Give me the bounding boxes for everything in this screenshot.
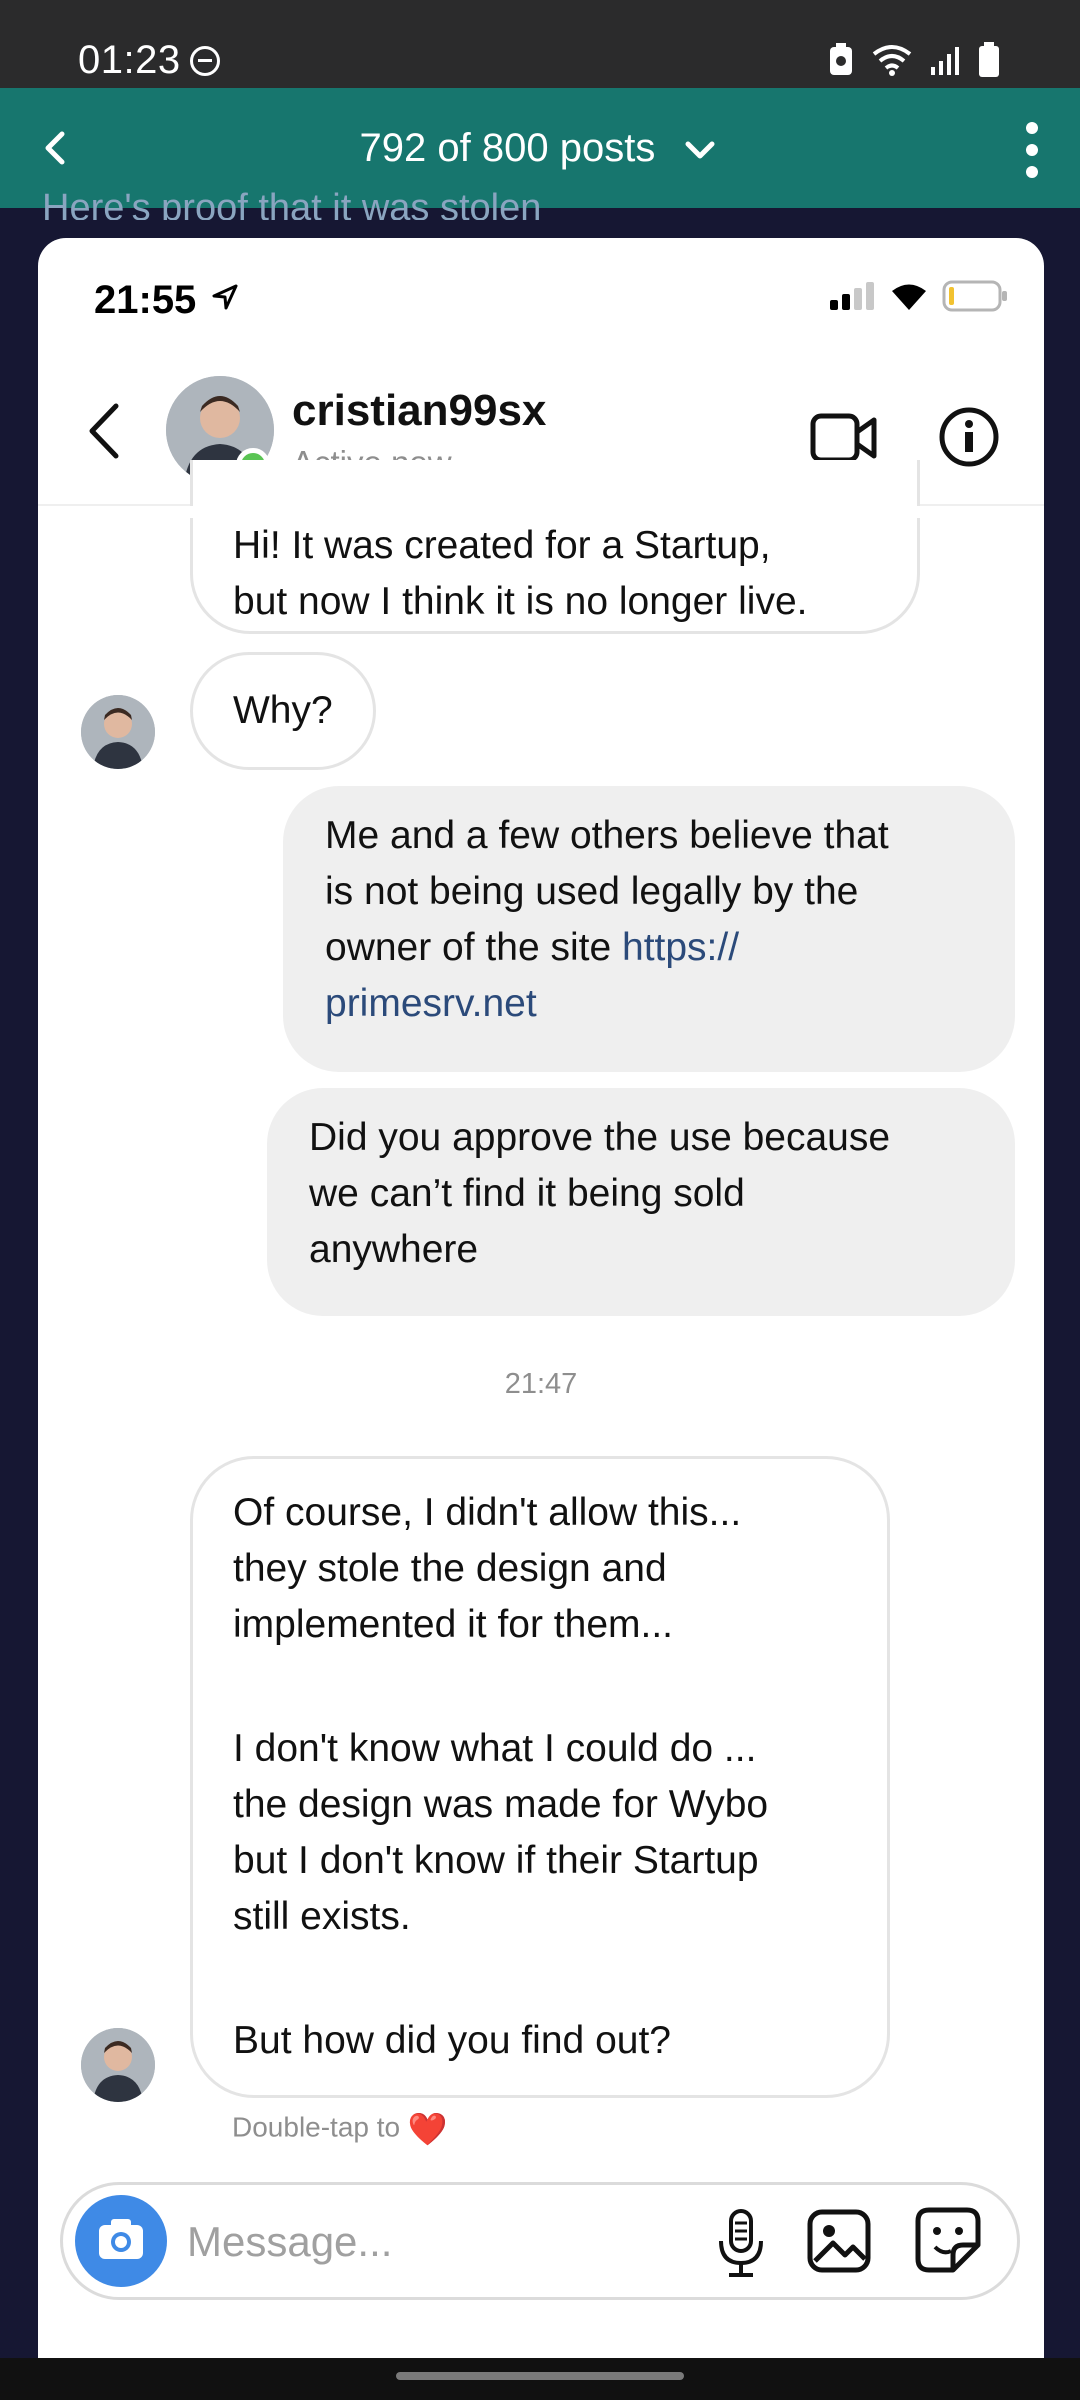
- message-line: is not being used legally by the: [325, 870, 859, 913]
- message-line: implemented it for them...: [233, 1603, 674, 1646]
- battery-low-icon: [942, 280, 1007, 312]
- ios-status-icons: [828, 280, 1008, 312]
- sticker-icon[interactable]: [915, 2207, 981, 2273]
- system-status-icons: [828, 42, 1000, 78]
- message-link[interactable]: https://: [622, 926, 739, 969]
- message-composer: [60, 2182, 1020, 2300]
- message-line: but I don't know if their Startup: [233, 1839, 759, 1882]
- home-indicator[interactable]: [396, 2372, 684, 2380]
- message-line: I don't know what I could do ...: [233, 1727, 757, 1770]
- message-line: but now I think it is no longer live.: [233, 580, 808, 623]
- incoming-message[interactable]: Why?: [190, 652, 376, 770]
- message-line: anywhere: [309, 1228, 479, 1271]
- message-line: still exists.: [233, 1895, 411, 1938]
- double-tap-label: Double-tap to: [232, 2111, 401, 2143]
- battery-saver-icon: [830, 43, 852, 75]
- cellular-signal-icon: [830, 282, 874, 310]
- sender-avatar: [81, 2028, 155, 2102]
- message-line: Hi! It was created for a Startup,: [233, 524, 771, 567]
- message-line: we can’t find it being sold: [309, 1172, 745, 1215]
- do-not-disturb-icon: [190, 46, 220, 76]
- message-input[interactable]: [187, 2207, 667, 2277]
- post-image-screenshot[interactable]: 21:55 cristian99sx Active now Hi! It was…: [38, 238, 1044, 2358]
- message-line: But how did you find out?: [233, 2019, 671, 2062]
- message-line: owner of the site https://: [325, 920, 973, 976]
- chat-username[interactable]: cristian99sx: [292, 386, 546, 436]
- camera-icon: [99, 2219, 143, 2259]
- signal-icon: [931, 47, 959, 75]
- wifi-icon: [892, 284, 926, 310]
- post-title-peek: Here's proof that it was stolen: [42, 190, 542, 220]
- message-link[interactable]: primesrv.net: [325, 976, 973, 1032]
- message-line: Me and a few others believe that: [325, 814, 889, 857]
- message-line: Of course, I didn't allow this...: [233, 1491, 742, 1534]
- message-line: Did you approve the use because: [309, 1116, 891, 1159]
- post-counter-label: 792 of 800 posts: [359, 126, 656, 170]
- double-tap-hint: Double-tap to ❤️: [232, 2110, 448, 2148]
- message-line: the design was made for Wybo: [233, 1783, 769, 1826]
- system-time: 01:23: [78, 38, 181, 82]
- outgoing-message[interactable]: Did you approve the use because we can’t…: [267, 1088, 1015, 1316]
- video-call-icon[interactable]: [810, 410, 878, 466]
- message-text: Why?: [233, 689, 333, 732]
- wifi-icon: [872, 45, 912, 76]
- info-icon[interactable]: [938, 406, 1000, 468]
- more-options-icon[interactable]: [1020, 120, 1044, 180]
- microphone-icon[interactable]: [713, 2207, 769, 2279]
- chevron-down-icon: [685, 141, 715, 159]
- heart-icon: ❤️: [407, 2111, 448, 2147]
- back-chevron-icon[interactable]: [82, 400, 126, 462]
- gallery-icon[interactable]: [807, 2209, 871, 2273]
- sender-avatar: [81, 695, 155, 769]
- incoming-message[interactable]: Of course, I didn't allow this... they s…: [190, 1456, 890, 2098]
- message-text: owner of the site: [325, 926, 622, 969]
- camera-button[interactable]: [75, 2195, 167, 2287]
- battery-icon: [979, 42, 999, 77]
- message-timestamp: 21:47: [504, 1368, 578, 1400]
- ios-time: 21:55: [94, 278, 197, 322]
- post-counter-dropdown[interactable]: 792 of 800 posts: [0, 126, 1080, 171]
- system-status-bar: 01:23: [0, 0, 1080, 88]
- incoming-message[interactable]: Hi! It was created for a Startup, but no…: [190, 460, 920, 634]
- outgoing-message[interactable]: Me and a few others believe that is not …: [283, 786, 1015, 1072]
- location-arrow-icon: [212, 284, 238, 310]
- message-line: they stole the design and: [233, 1547, 667, 1590]
